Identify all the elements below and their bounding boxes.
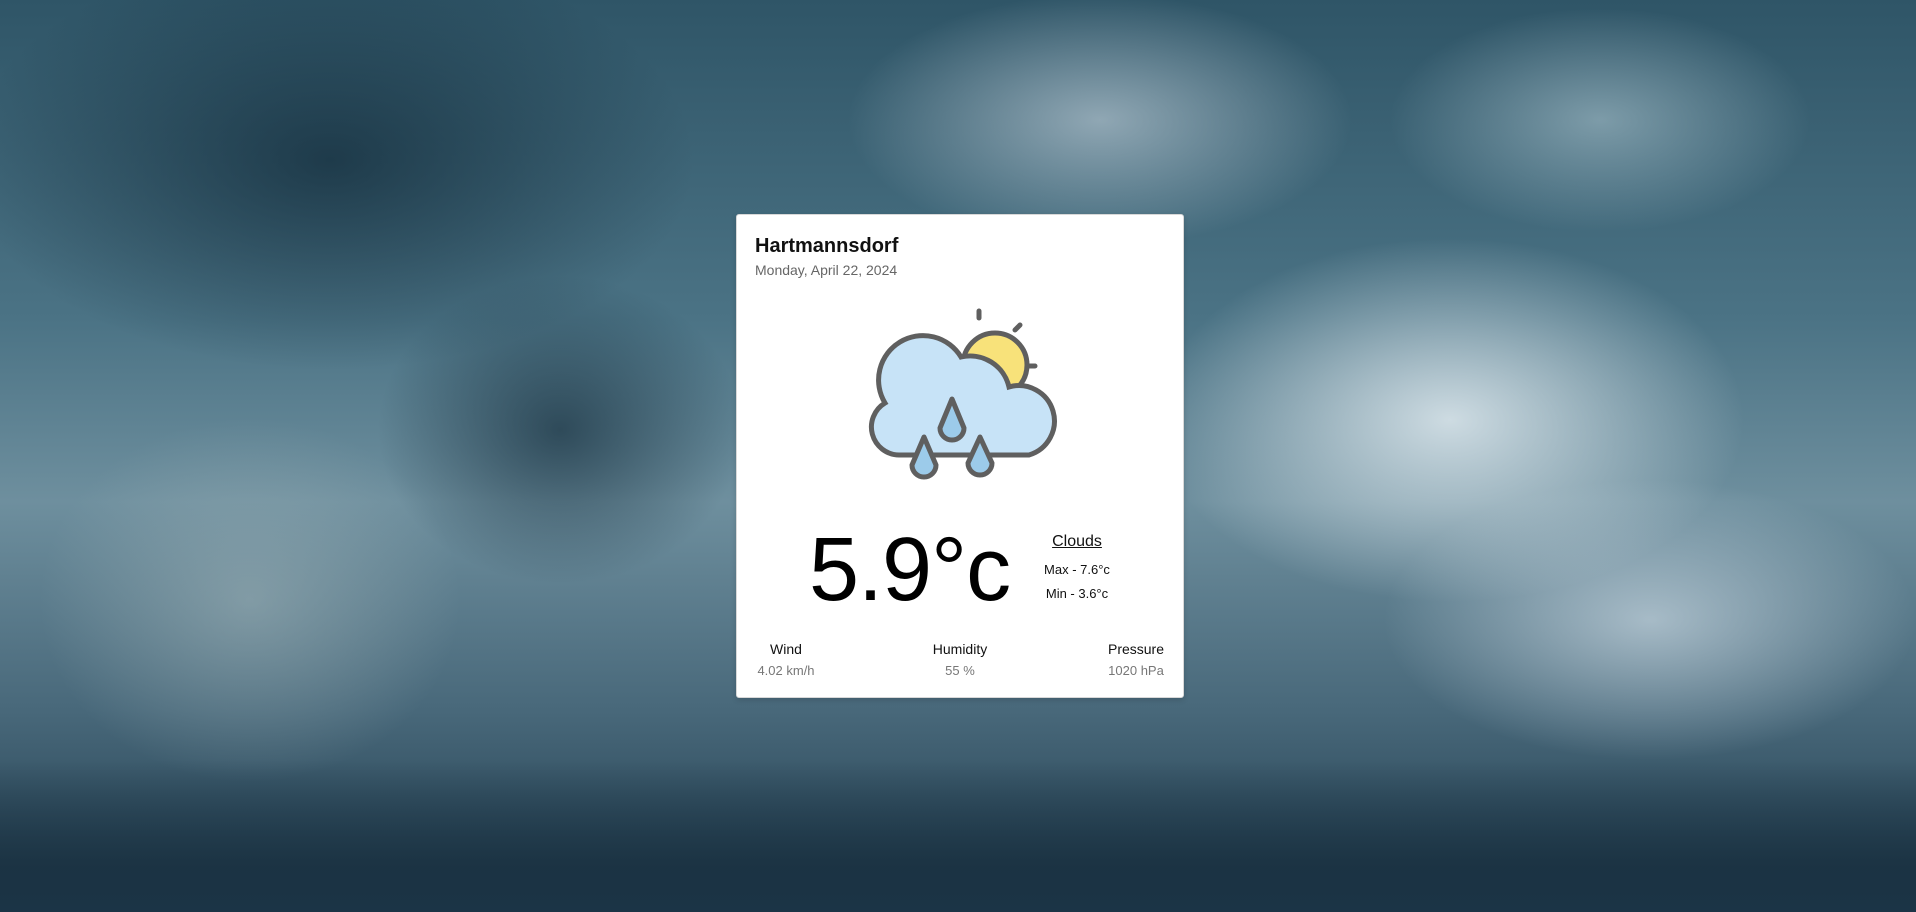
wind-stat: Wind 4.02 km/h	[749, 641, 823, 678]
weather-card: Hartmannsdorf Monday, April 22, 2024 5.9…	[736, 214, 1184, 698]
humidity-value: 55 %	[945, 663, 975, 678]
weather-condition: Clouds	[1052, 533, 1102, 550]
wind-value: 4.02 km/h	[757, 663, 815, 678]
pressure-label: Pressure	[1107, 641, 1165, 657]
cloud-sun-rain-icon	[868, 308, 1057, 480]
current-date: Monday, April 22, 2024	[755, 262, 898, 278]
background-shade	[0, 760, 1916, 912]
current-temperature: 5.9°c	[809, 520, 1011, 620]
pressure-value: 1020 hPa	[1108, 663, 1164, 678]
wind-label: Wind	[770, 641, 802, 657]
min-temperature: Min - 3.6°c	[1045, 586, 1109, 601]
humidity-label: Humidity	[932, 641, 988, 657]
humidity-stat: Humidity 55 %	[915, 641, 1005, 678]
max-temperature: Max - 7.6°c	[1044, 562, 1110, 577]
pressure-stat: Pressure 1020 hPa	[1099, 641, 1173, 678]
city-name: Hartmannsdorf	[755, 235, 899, 257]
